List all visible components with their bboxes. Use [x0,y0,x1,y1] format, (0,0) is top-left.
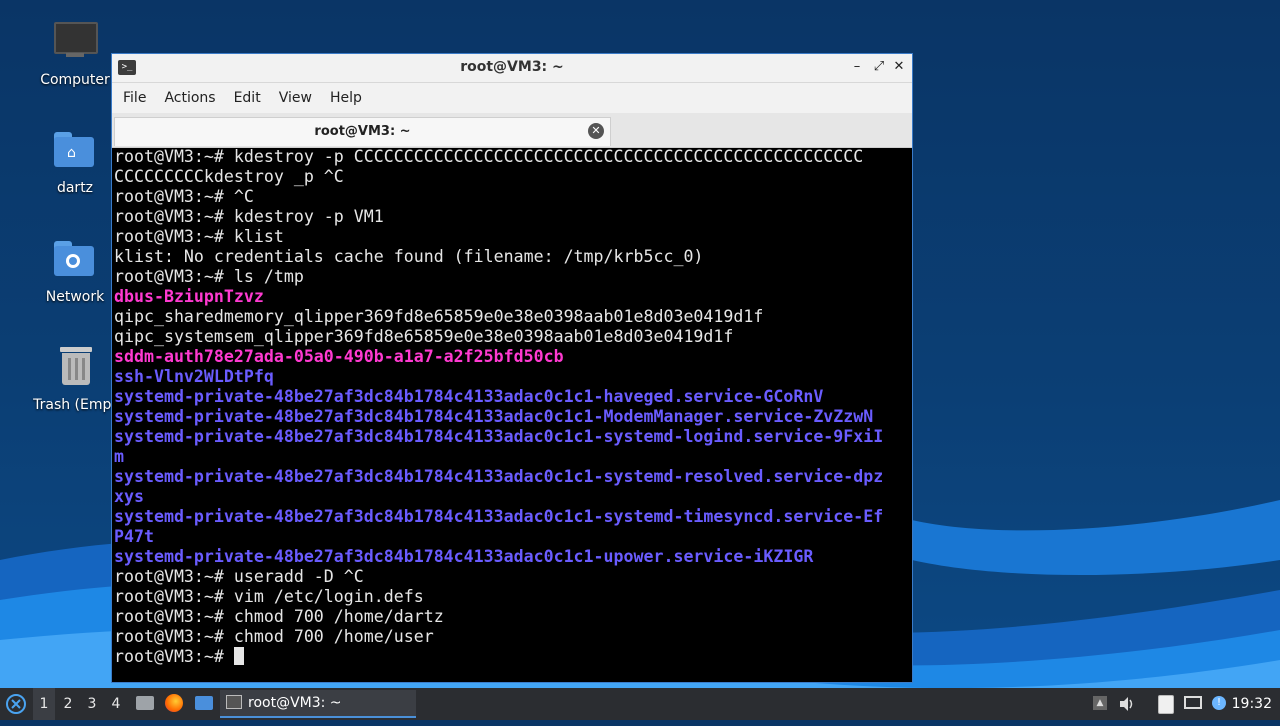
tab-bar: root@VM3: ~ ✕ [112,113,912,148]
update-notifier-icon[interactable]: ! [1210,688,1228,720]
window-titlebar[interactable]: >_ root@VM3: ~ – ⤢ ✕ [112,54,912,83]
terminal-line: dbus-BziupnTzvz [114,287,264,306]
volume-icon[interactable] [1116,688,1138,720]
text-cursor [233,647,244,665]
terminal-line: root@VM3:~# ^C [114,187,254,206]
lxqt-logo-icon [6,694,26,714]
terminal-line: root@VM3:~# kdestroy -p VM1 [114,207,384,226]
terminal-line: qipc_systemsem_qlipper369fd8e65859e0e38e… [114,327,734,346]
file-manager-icon [136,696,154,710]
tab-label: root@VM3: ~ [314,124,411,139]
desktop-icon-network[interactable]: Network [25,237,125,305]
minimize-button[interactable]: – [848,58,866,76]
terminal-line: qipc_sharedmemory_qlipper369fd8e65859e0e… [114,307,764,326]
desktop-icon-label: Trash (Empt [33,397,117,413]
terminal-line: systemd-private-48be27af3dc84b1784c4133a… [114,547,814,566]
taskbar: 1 2 3 4 root@VM3: ~ ▲ ! 19:32 [0,688,1280,720]
terminal-output[interactable]: root@VM3:~# kdestroy -p CCCCCCCCCCCCCCCC… [114,147,912,682]
terminal-window: >_ root@VM3: ~ – ⤢ ✕ File Actions Edit V… [111,53,913,683]
menu-actions[interactable]: Actions [157,90,222,106]
taskbar-task-terminal[interactable]: root@VM3: ~ [220,690,416,718]
maximize-button[interactable]: ⤢ [870,58,888,76]
terminal-line: root@VM3:~# chmod 700 /home/dartz [114,607,444,626]
show-desktop-launcher[interactable] [192,688,216,720]
workspace-1[interactable]: 1 [33,688,55,720]
close-button[interactable]: ✕ [890,58,908,76]
desktop-icon-computer[interactable]: Computer [25,20,125,88]
terminal-line: CCCCCCCCCkdestroy _p ^C [114,167,344,186]
window-title: root@VM3: ~ [460,59,564,75]
terminal-line: root@VM3:~# useradd -D ^C [114,567,364,586]
workspace-3[interactable]: 3 [81,688,103,720]
terminal-prompt: root@VM3:~# [114,647,234,666]
terminal-line: root@VM3:~# ls /tmp [114,267,304,286]
terminal-line: xys [114,487,144,506]
desktop-icon-home-folder[interactable]: ⌂ dartz [25,128,125,196]
menu-help[interactable]: Help [323,90,369,106]
clock[interactable]: 19:32 [1232,688,1272,720]
menu-file[interactable]: File [116,90,153,106]
computer-icon [52,20,98,66]
terminal-line: root@VM3:~# chmod 700 /home/user [114,627,434,646]
desktop-icon-label: Computer [40,72,110,88]
terminal-line: sddm-auth78e27ada-05a0-490b-a1a7-a2f25bf… [114,347,564,366]
menu-edit[interactable]: Edit [227,90,268,106]
firefox-icon [165,694,183,712]
terminal-line: klist: No credentials cache found (filen… [114,247,704,266]
terminal-line: P47t [114,527,154,546]
tab-close-icon[interactable]: ✕ [588,123,604,139]
menu-view[interactable]: View [272,90,319,106]
clipboard-icon[interactable] [1154,688,1176,720]
terminal-line: systemd-private-48be27af3dc84b1784c4133a… [114,427,884,446]
file-manager-launcher[interactable] [134,688,156,720]
desktop-icon [195,696,213,710]
terminal-line: m [114,447,124,466]
terminal-line: systemd-private-48be27af3dc84b1784c4133a… [114,387,824,406]
desktop-icon-label: Network [45,289,105,305]
firefox-launcher[interactable] [162,688,186,720]
workspace-2[interactable]: 2 [57,688,79,720]
app-menu-button[interactable] [2,688,30,720]
terminal-line: ssh-Vlnv2WLDtPfq [114,367,274,386]
terminal-line: systemd-private-48be27af3dc84b1784c4133a… [114,507,884,526]
network-folder-icon [52,237,98,283]
terminal-line: root@VM3:~# kdestroy -p CCCCCCCCCCCCCCCC… [114,147,864,166]
terminal-task-icon [226,695,242,709]
desktop-icon-trash[interactable]: Trash (Empt [25,345,125,413]
trash-icon [52,345,98,391]
home-folder-icon: ⌂ [52,128,98,174]
tray-up-arrow-icon[interactable]: ▲ [1090,688,1110,720]
workspace-4[interactable]: 4 [105,688,127,720]
network-status-icon[interactable] [1182,688,1204,720]
terminal-line: systemd-private-48be27af3dc84b1784c4133a… [114,467,884,486]
tab-terminal[interactable]: root@VM3: ~ ✕ [114,117,611,146]
task-label: root@VM3: ~ [248,695,342,711]
terminal-line: root@VM3:~# vim /etc/login.defs [114,587,424,606]
desktop-icon-label: dartz [56,180,94,196]
terminal-prompt-line[interactable]: root@VM3:~# [114,647,912,667]
terminal-line: root@VM3:~# klist [114,227,284,246]
menubar: File Actions Edit View Help [112,83,912,113]
terminal-line: systemd-private-48be27af3dc84b1784c4133a… [114,407,874,426]
